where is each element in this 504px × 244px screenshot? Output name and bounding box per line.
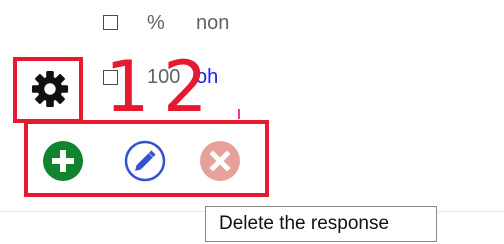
row-cell: non	[196, 12, 230, 34]
annotation-box-actions	[24, 120, 269, 197]
row-checkbox[interactable]	[103, 15, 118, 30]
add-button[interactable]	[42, 140, 84, 182]
delete-button[interactable]	[199, 140, 241, 182]
edit-button[interactable]	[124, 140, 166, 182]
row-cell: %	[147, 12, 165, 34]
annotation-number-2: 2	[163, 46, 208, 128]
gear-icon[interactable]	[31, 70, 69, 108]
annotation-number-1: 1	[105, 46, 150, 128]
delete-tooltip: Delete the response	[205, 206, 437, 242]
pink-mark	[238, 109, 240, 119]
annotation-box-settings	[13, 57, 83, 123]
